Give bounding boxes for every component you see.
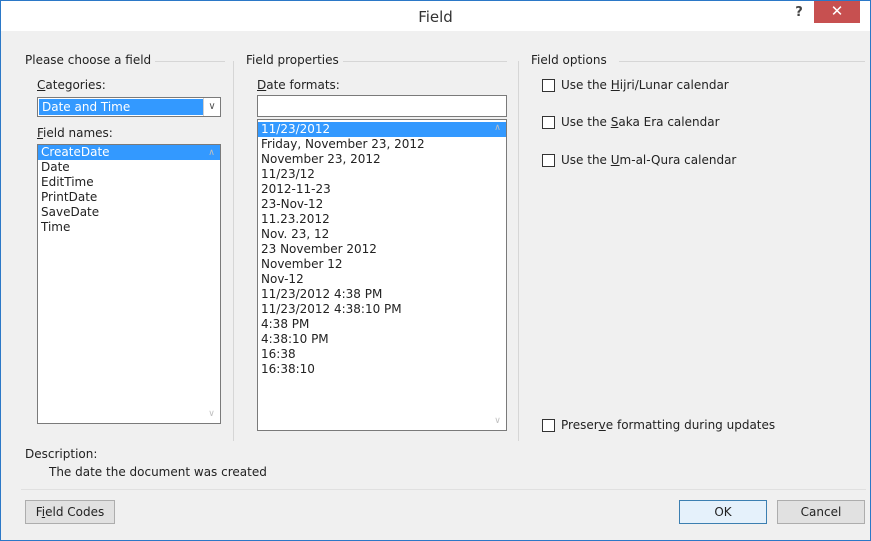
middle-heading-rule: [343, 61, 507, 62]
scroll-up-icon[interactable]: ∧: [489, 120, 506, 137]
list-item[interactable]: 2012-11-23: [258, 182, 506, 197]
list-item[interactable]: EditTime: [38, 175, 220, 190]
right-panel-heading: Field options: [531, 53, 611, 67]
list-item[interactable]: Friday, November 23, 2012: [258, 137, 506, 152]
list-item[interactable]: 11/23/2012: [258, 122, 506, 137]
list-item[interactable]: 4:38:10 PM: [258, 332, 506, 347]
list-item[interactable]: Time: [38, 220, 220, 235]
field-codes-button[interactable]: Field Codes: [25, 500, 115, 524]
ok-button[interactable]: OK: [679, 500, 767, 524]
hijri-lunar-checkbox[interactable]: [542, 79, 555, 92]
title-bar: Field ? ✕: [1, 1, 870, 31]
list-item[interactable]: 11.23.2012: [258, 212, 506, 227]
date-formats-scrollbar[interactable]: ∧ ∨: [489, 120, 506, 430]
left-divider: [233, 61, 234, 441]
field-names-list[interactable]: CreateDate Date EditTime PrintDate SaveDate T…: [37, 144, 221, 424]
date-formats-list[interactable]: 11/23/2012 Friday, November 23, 2012 Novem…: [257, 119, 507, 431]
list-item[interactable]: 11/23/2012 4:38:10 PM: [258, 302, 506, 317]
left-panel-heading: Please choose a field: [25, 53, 156, 67]
date-format-input[interactable]: [257, 95, 507, 117]
scroll-up-icon[interactable]: ∧: [203, 145, 220, 162]
list-item[interactable]: Nov-12: [258, 272, 506, 287]
list-item[interactable]: November 12: [258, 257, 506, 272]
preserve-formatting-checkbox[interactable]: [542, 419, 555, 432]
chevron-down-icon[interactable]: ∨: [203, 98, 220, 116]
categories-label: Categories:: [37, 78, 106, 92]
dialog-title: Field: [418, 8, 453, 26]
close-icon: ✕: [830, 2, 844, 20]
categories-dropdown[interactable]: Date and Time ∨: [37, 97, 221, 117]
list-item[interactable]: SaveDate: [38, 205, 220, 220]
list-item[interactable]: November 23, 2012: [258, 152, 506, 167]
list-item[interactable]: 16:38:10: [258, 362, 506, 377]
field-names-scrollbar[interactable]: ∧ ∨: [203, 145, 220, 423]
date-formats-label: Date formats:: [257, 78, 340, 92]
categories-selected-value: Date and Time: [39, 99, 203, 115]
list-item[interactable]: Nov. 23, 12: [258, 227, 506, 242]
field-names-label: Field names:: [37, 126, 113, 140]
left-heading-rule: [153, 61, 225, 62]
list-item[interactable]: 23 November 2012: [258, 242, 506, 257]
list-item[interactable]: PrintDate: [38, 190, 220, 205]
description-label: Description:: [25, 447, 98, 461]
right-heading-rule: [619, 61, 865, 62]
close-button[interactable]: ✕: [814, 1, 860, 23]
help-button[interactable]: ?: [792, 5, 806, 25]
list-item[interactable]: 11/23/2012 4:38 PM: [258, 287, 506, 302]
list-item[interactable]: 23-Nov-12: [258, 197, 506, 212]
list-item[interactable]: CreateDate: [38, 145, 220, 160]
scroll-down-icon[interactable]: ∨: [203, 406, 220, 423]
cancel-button[interactable]: Cancel: [777, 500, 865, 524]
list-item[interactable]: 4:38 PM: [258, 317, 506, 332]
list-item[interactable]: 16:38: [258, 347, 506, 362]
description-text: The date the document was created: [49, 465, 267, 479]
scroll-down-icon[interactable]: ∨: [489, 413, 506, 430]
footer-divider: [21, 489, 866, 490]
saka-era-checkbox[interactable]: [542, 116, 555, 129]
field-dialog: Field ? ✕ Please choose a field Categori…: [0, 0, 871, 541]
list-item[interactable]: 11/23/12: [258, 167, 506, 182]
right-divider: [518, 61, 519, 441]
um-al-qura-checkbox[interactable]: [542, 154, 555, 167]
middle-panel-heading: Field properties: [246, 53, 343, 67]
list-item[interactable]: Date: [38, 160, 220, 175]
